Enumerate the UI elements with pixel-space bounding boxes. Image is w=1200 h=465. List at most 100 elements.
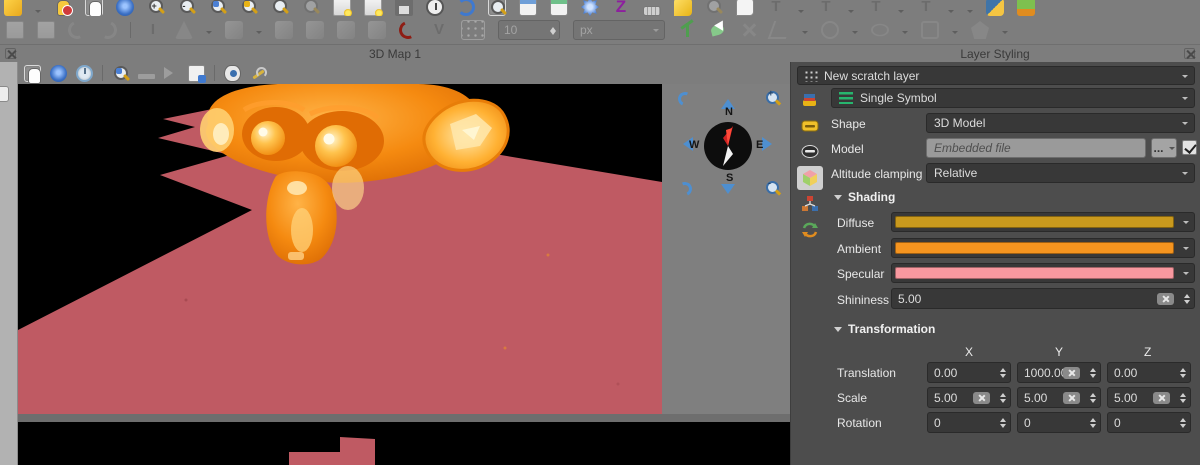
label-pin-icon[interactable]: T — [767, 0, 785, 16]
spin-arrows-icon[interactable] — [1090, 390, 1096, 406]
compass[interactable]: N S W E — [702, 120, 754, 172]
processing-toolbox-icon[interactable] — [581, 0, 599, 16]
zoom-to-layer-icon[interactable] — [240, 0, 258, 16]
rotation-z-spinbox[interactable]: 0 — [1107, 412, 1191, 433]
label-move-icon[interactable]: T — [867, 0, 885, 16]
vertex-tool-all-icon[interactable] — [275, 21, 293, 39]
snap-tolerance-spinbox[interactable]: 10 — [498, 20, 560, 40]
copy-features-icon[interactable] — [6, 21, 24, 39]
digitize-ellipse-icon[interactable] — [871, 24, 889, 37]
clear-value-icon[interactable] — [1063, 367, 1080, 379]
dropdown-caret-icon[interactable] — [802, 31, 808, 37]
rotation-y-spinbox[interactable]: 0 — [1017, 412, 1101, 433]
layer-selector-dropdown[interactable]: New scratch layer — [797, 66, 1195, 85]
identify-3d-icon[interactable] — [112, 65, 129, 82]
new-shapefile-layer-icon[interactable] — [1017, 0, 1035, 16]
map-tips-icon[interactable] — [674, 0, 692, 16]
scale-y-spinbox[interactable]: 5.00 — [1017, 387, 1101, 408]
zoom-out-icon[interactable]: - — [178, 0, 196, 16]
dropdown-caret-icon[interactable] — [1002, 31, 1008, 37]
altitude-clamping-dropdown[interactable]: Relative — [926, 163, 1195, 183]
revert-edits-icon[interactable] — [396, 18, 419, 41]
renderer-dropdown[interactable]: Single Symbol — [831, 88, 1195, 108]
scale-x-spinbox[interactable]: 5.00 — [927, 387, 1011, 408]
dropdown-caret-icon[interactable] — [902, 31, 908, 37]
attribute-table-icon[interactable] — [519, 0, 537, 16]
snapping-toggle-icon[interactable] — [461, 20, 485, 40]
rotate-cw-icon[interactable] — [676, 180, 694, 198]
refresh-map-icon[interactable] — [457, 0, 475, 16]
tab-diagrams[interactable] — [797, 192, 823, 216]
clear-value-icon[interactable] — [1153, 392, 1170, 404]
spin-arrows-icon[interactable] — [1000, 390, 1006, 406]
save-project-icon[interactable] — [395, 0, 413, 16]
clear-value-icon[interactable] — [1063, 392, 1080, 404]
save-as-image-icon[interactable] — [188, 65, 205, 82]
zoom-out-3d-icon[interactable]: - — [764, 181, 780, 197]
spin-arrows-icon[interactable] — [1090, 365, 1096, 381]
animations-icon[interactable] — [164, 67, 179, 79]
tab-labels[interactable] — [797, 114, 823, 138]
vertex-tool-icon[interactable]: V — [430, 21, 448, 39]
measure-line-3d-icon[interactable] — [138, 74, 155, 79]
translation-z-spinbox[interactable]: 0.00 — [1107, 362, 1191, 383]
camera-control-icon[interactable] — [50, 65, 67, 82]
paste-features-icon[interactable] — [37, 21, 55, 39]
shading-section-header[interactable]: Shading — [834, 190, 895, 204]
model-file-input[interactable]: Embedded file — [926, 138, 1146, 158]
spin-arrows-icon[interactable] — [1000, 365, 1006, 381]
move-down-icon[interactable] — [721, 184, 735, 201]
map3d-canvas[interactable] — [18, 84, 662, 414]
zoom-in-3d-icon[interactable]: + — [764, 91, 780, 107]
scale-z-spinbox[interactable]: 5.00 — [1107, 387, 1191, 408]
new-print-layout-icon[interactable] — [333, 0, 351, 16]
digitize-polygon-icon[interactable] — [971, 21, 989, 39]
snapping-on-intersection-icon[interactable] — [709, 21, 727, 39]
collapsed-panel-stub[interactable] — [0, 86, 9, 102]
temporal-controller-icon[interactable] — [426, 0, 444, 16]
digitize-circle-icon[interactable] — [821, 21, 839, 39]
statistical-summary-icon[interactable] — [550, 0, 568, 16]
specular-color-button[interactable] — [891, 263, 1195, 283]
zoom-next-icon[interactable] — [302, 0, 320, 16]
close-layer-styling-icon[interactable] — [1184, 48, 1195, 59]
spin-arrows-icon[interactable] — [1000, 415, 1006, 431]
spin-arrows-icon[interactable] — [1180, 365, 1186, 381]
spin-arrows-icon[interactable] — [1184, 291, 1190, 307]
zoom-in-icon[interactable]: + — [147, 0, 165, 16]
spin-arrows-icon[interactable] — [1180, 415, 1186, 431]
dropdown-caret-icon[interactable] — [256, 31, 262, 37]
model-browse-button[interactable]: ... — [1151, 138, 1177, 158]
shape-dropdown[interactable]: 3D Model — [926, 113, 1195, 133]
camera-view-icon[interactable] — [224, 65, 241, 82]
embed-model-checkbox[interactable] — [1182, 140, 1197, 155]
undo-icon[interactable] — [65, 18, 88, 41]
python-console-icon[interactable] — [986, 0, 1004, 16]
zoom-last-icon[interactable] — [271, 0, 289, 16]
text-annotation-icon[interactable] — [736, 0, 754, 16]
dock-splitter[interactable] — [18, 414, 790, 422]
move-right-icon[interactable] — [762, 137, 779, 151]
layout-manager-icon[interactable] — [364, 0, 382, 16]
spin-arrows-icon[interactable] — [550, 24, 556, 38]
label-highlight-icon[interactable]: T — [817, 0, 835, 16]
pan-map-icon[interactable] — [85, 0, 103, 16]
move-feature-icon[interactable] — [225, 21, 243, 39]
ambient-color-button[interactable] — [891, 238, 1195, 258]
modify-attributes-icon[interactable] — [337, 21, 355, 39]
digitize-line-icon[interactable] — [768, 21, 793, 39]
shininess-spinbox[interactable]: 5.00 — [891, 288, 1195, 309]
dropdown-caret-icon[interactable] — [206, 31, 212, 37]
measure-icon[interactable] — [643, 6, 661, 16]
toggle-editing-icon[interactable]: I — [144, 21, 162, 39]
rotation-x-spinbox[interactable]: 0 — [927, 412, 1011, 433]
tab-history[interactable] — [797, 218, 823, 242]
map3d-configure-icon[interactable] — [250, 65, 267, 82]
translation-y-spinbox[interactable]: 1000.00 — [1017, 362, 1101, 383]
dropdown-caret-icon[interactable] — [952, 31, 958, 37]
diffuse-color-button[interactable] — [891, 212, 1195, 232]
snap-unit-dropdown[interactable]: px — [573, 20, 665, 40]
identify-features-icon[interactable] — [488, 0, 506, 16]
z-tool-icon[interactable]: Z — [612, 0, 630, 16]
redo-icon[interactable] — [96, 18, 119, 41]
